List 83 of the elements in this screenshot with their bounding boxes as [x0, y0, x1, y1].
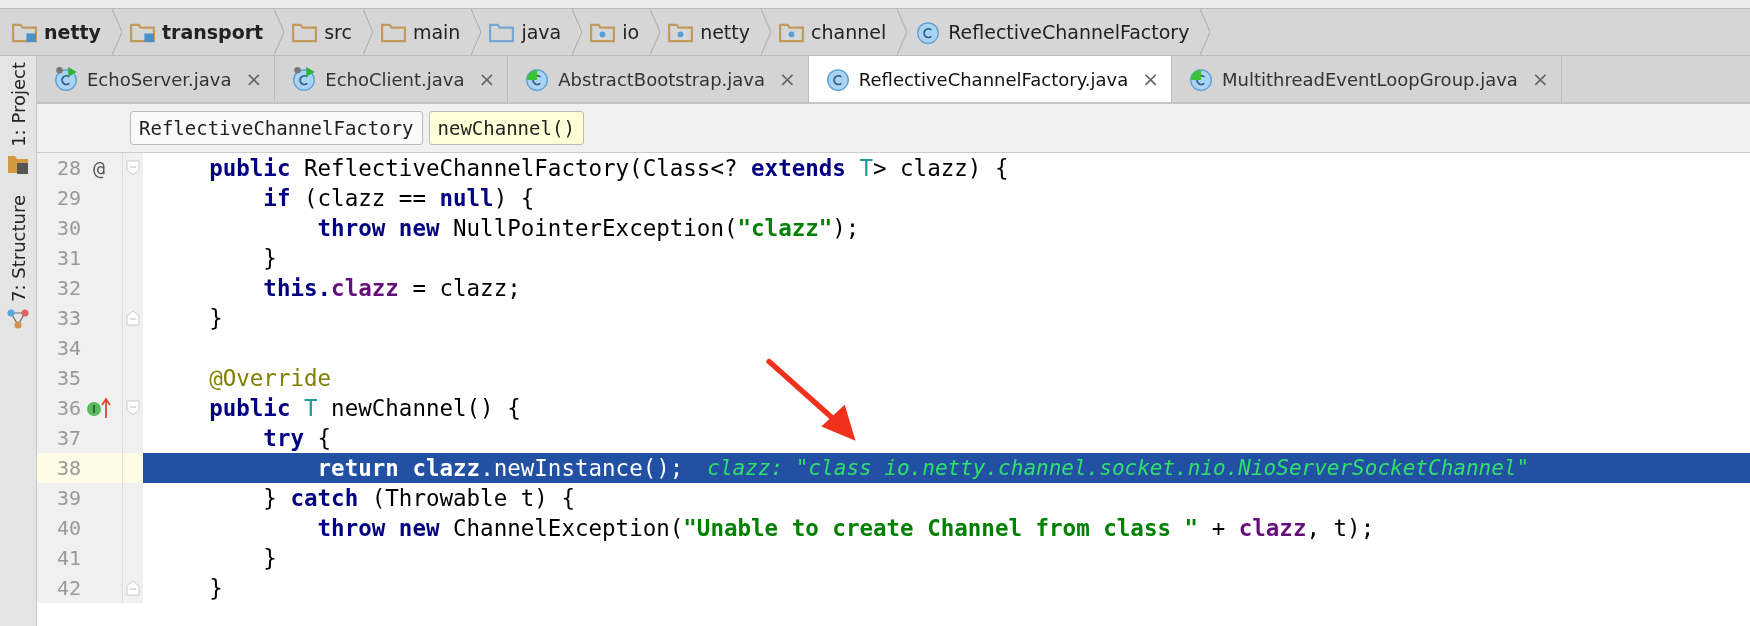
breadcrumb-item[interactable]: ReflectiveChannelFactory: [907, 9, 1211, 55]
tool-window-button[interactable]: 7: Structure: [7, 194, 29, 330]
class-icon: [824, 66, 851, 92]
folder-icon: [380, 21, 406, 43]
breadcrumb-item[interactable]: io: [582, 9, 661, 55]
code-line: }: [262, 244, 277, 273]
breadcrumb-item[interactable]: transport: [121, 9, 285, 55]
fold-icon[interactable]: [126, 580, 140, 596]
chevron-icon: [650, 9, 661, 55]
line-number: 28: [55, 155, 81, 182]
line-number: 34: [55, 335, 81, 362]
code-line: throw new NullPointerException("clazz");: [316, 214, 860, 243]
editor-tab[interactable]: ReflectiveChannelFactory.java ×: [808, 56, 1172, 102]
code-line: }: [262, 544, 277, 573]
close-icon[interactable]: ×: [1142, 67, 1159, 91]
code-line: public ReflectiveChannelFactory(Class<? extends T> clazz) {: [208, 154, 1009, 183]
editor-tab[interactable]: EchoServer.java ×: [37, 56, 276, 102]
chevron-icon: [111, 9, 122, 55]
fold-icon[interactable]: [126, 310, 140, 326]
folder-icon: [129, 21, 155, 43]
breadcrumb-item[interactable]: main: [372, 9, 482, 55]
line-number: 33: [55, 305, 81, 332]
code-line: try {: [262, 424, 332, 453]
line-number: 39: [55, 485, 81, 512]
class-icon: [524, 66, 551, 92]
chevron-icon: [761, 9, 771, 55]
debug-inline-value: clazz: "class io.netty.channel.socket.nio.NioServerSocketChannel": [707, 455, 1530, 482]
folder-icon: [292, 21, 318, 43]
code-line: throw new ChannelException("Unable to create Channel from class " + clazz, t);: [316, 514, 1375, 543]
folder-icon: [12, 21, 37, 43]
line-number: 32: [55, 275, 81, 302]
line-number: 35: [55, 365, 81, 392]
chevron-icon: [1200, 9, 1211, 55]
class-icon: [1187, 66, 1214, 92]
folder-icon: [779, 21, 804, 43]
class-icon: [291, 66, 318, 92]
line-number: 37: [55, 425, 81, 452]
folder-icon: [668, 21, 694, 43]
chevron-icon: [362, 9, 373, 55]
folder-icon: [489, 21, 515, 43]
editor-tab[interactable]: EchoClient.java ×: [275, 56, 509, 102]
line-number: 42: [55, 575, 81, 602]
line-number: 41: [55, 545, 81, 572]
breadcrumb-item[interactable]: channel: [771, 9, 908, 55]
code-line: public T newChannel() {: [208, 394, 521, 423]
code-line: return clazz.newInstance();: [316, 454, 684, 483]
structure-icon: [7, 307, 29, 330]
code-line: @Override: [208, 364, 332, 393]
chevron-icon: [572, 9, 583, 55]
line-number: 31: [55, 245, 81, 272]
code-line: if (clazz == null) {: [262, 184, 535, 213]
code-line: }: [208, 574, 223, 603]
close-icon[interactable]: ×: [245, 67, 263, 91]
implements-icon[interactable]: [86, 397, 112, 419]
class-icon: [915, 19, 942, 45]
folder-icon: [590, 21, 616, 43]
line-number: 38: [55, 455, 81, 482]
line-number: 30: [55, 215, 81, 242]
code-line: } catch (Throwable t) {: [262, 484, 575, 513]
code-line: this.clazz = clazz;: [262, 274, 521, 303]
close-icon[interactable]: ×: [478, 67, 496, 91]
breadcrumb-item[interactable]: src: [284, 9, 373, 55]
breadcrumb-item[interactable]: java: [481, 9, 583, 55]
structure-breadcrumb[interactable]: newChannel(): [428, 111, 584, 145]
close-icon[interactable]: ×: [1531, 67, 1549, 91]
structure-breadcrumb[interactable]: ReflectiveChannelFactory: [130, 111, 423, 145]
editor-tab[interactable]: AbstractBootstrap.java ×: [508, 56, 809, 102]
line-number: 40: [55, 515, 81, 542]
tool-window-button[interactable]: 1: Project: [7, 62, 29, 175]
fold-icon[interactable]: [126, 160, 140, 176]
line-number: 36: [55, 395, 81, 422]
chevron-icon: [274, 9, 285, 55]
chevron-icon: [897, 9, 908, 55]
editor-tab[interactable]: MultithreadEventLoopGroup.java ×: [1171, 56, 1562, 102]
fold-icon[interactable]: [126, 400, 140, 416]
gutter-marker: @: [92, 155, 105, 182]
close-icon[interactable]: ×: [779, 67, 796, 91]
code-line: }: [208, 304, 223, 333]
breadcrumb-item[interactable]: netty: [660, 9, 771, 55]
chevron-icon: [471, 9, 482, 55]
breadcrumb-item[interactable]: netty: [4, 9, 122, 55]
class-icon: [53, 66, 79, 92]
line-number: 29: [55, 185, 81, 212]
